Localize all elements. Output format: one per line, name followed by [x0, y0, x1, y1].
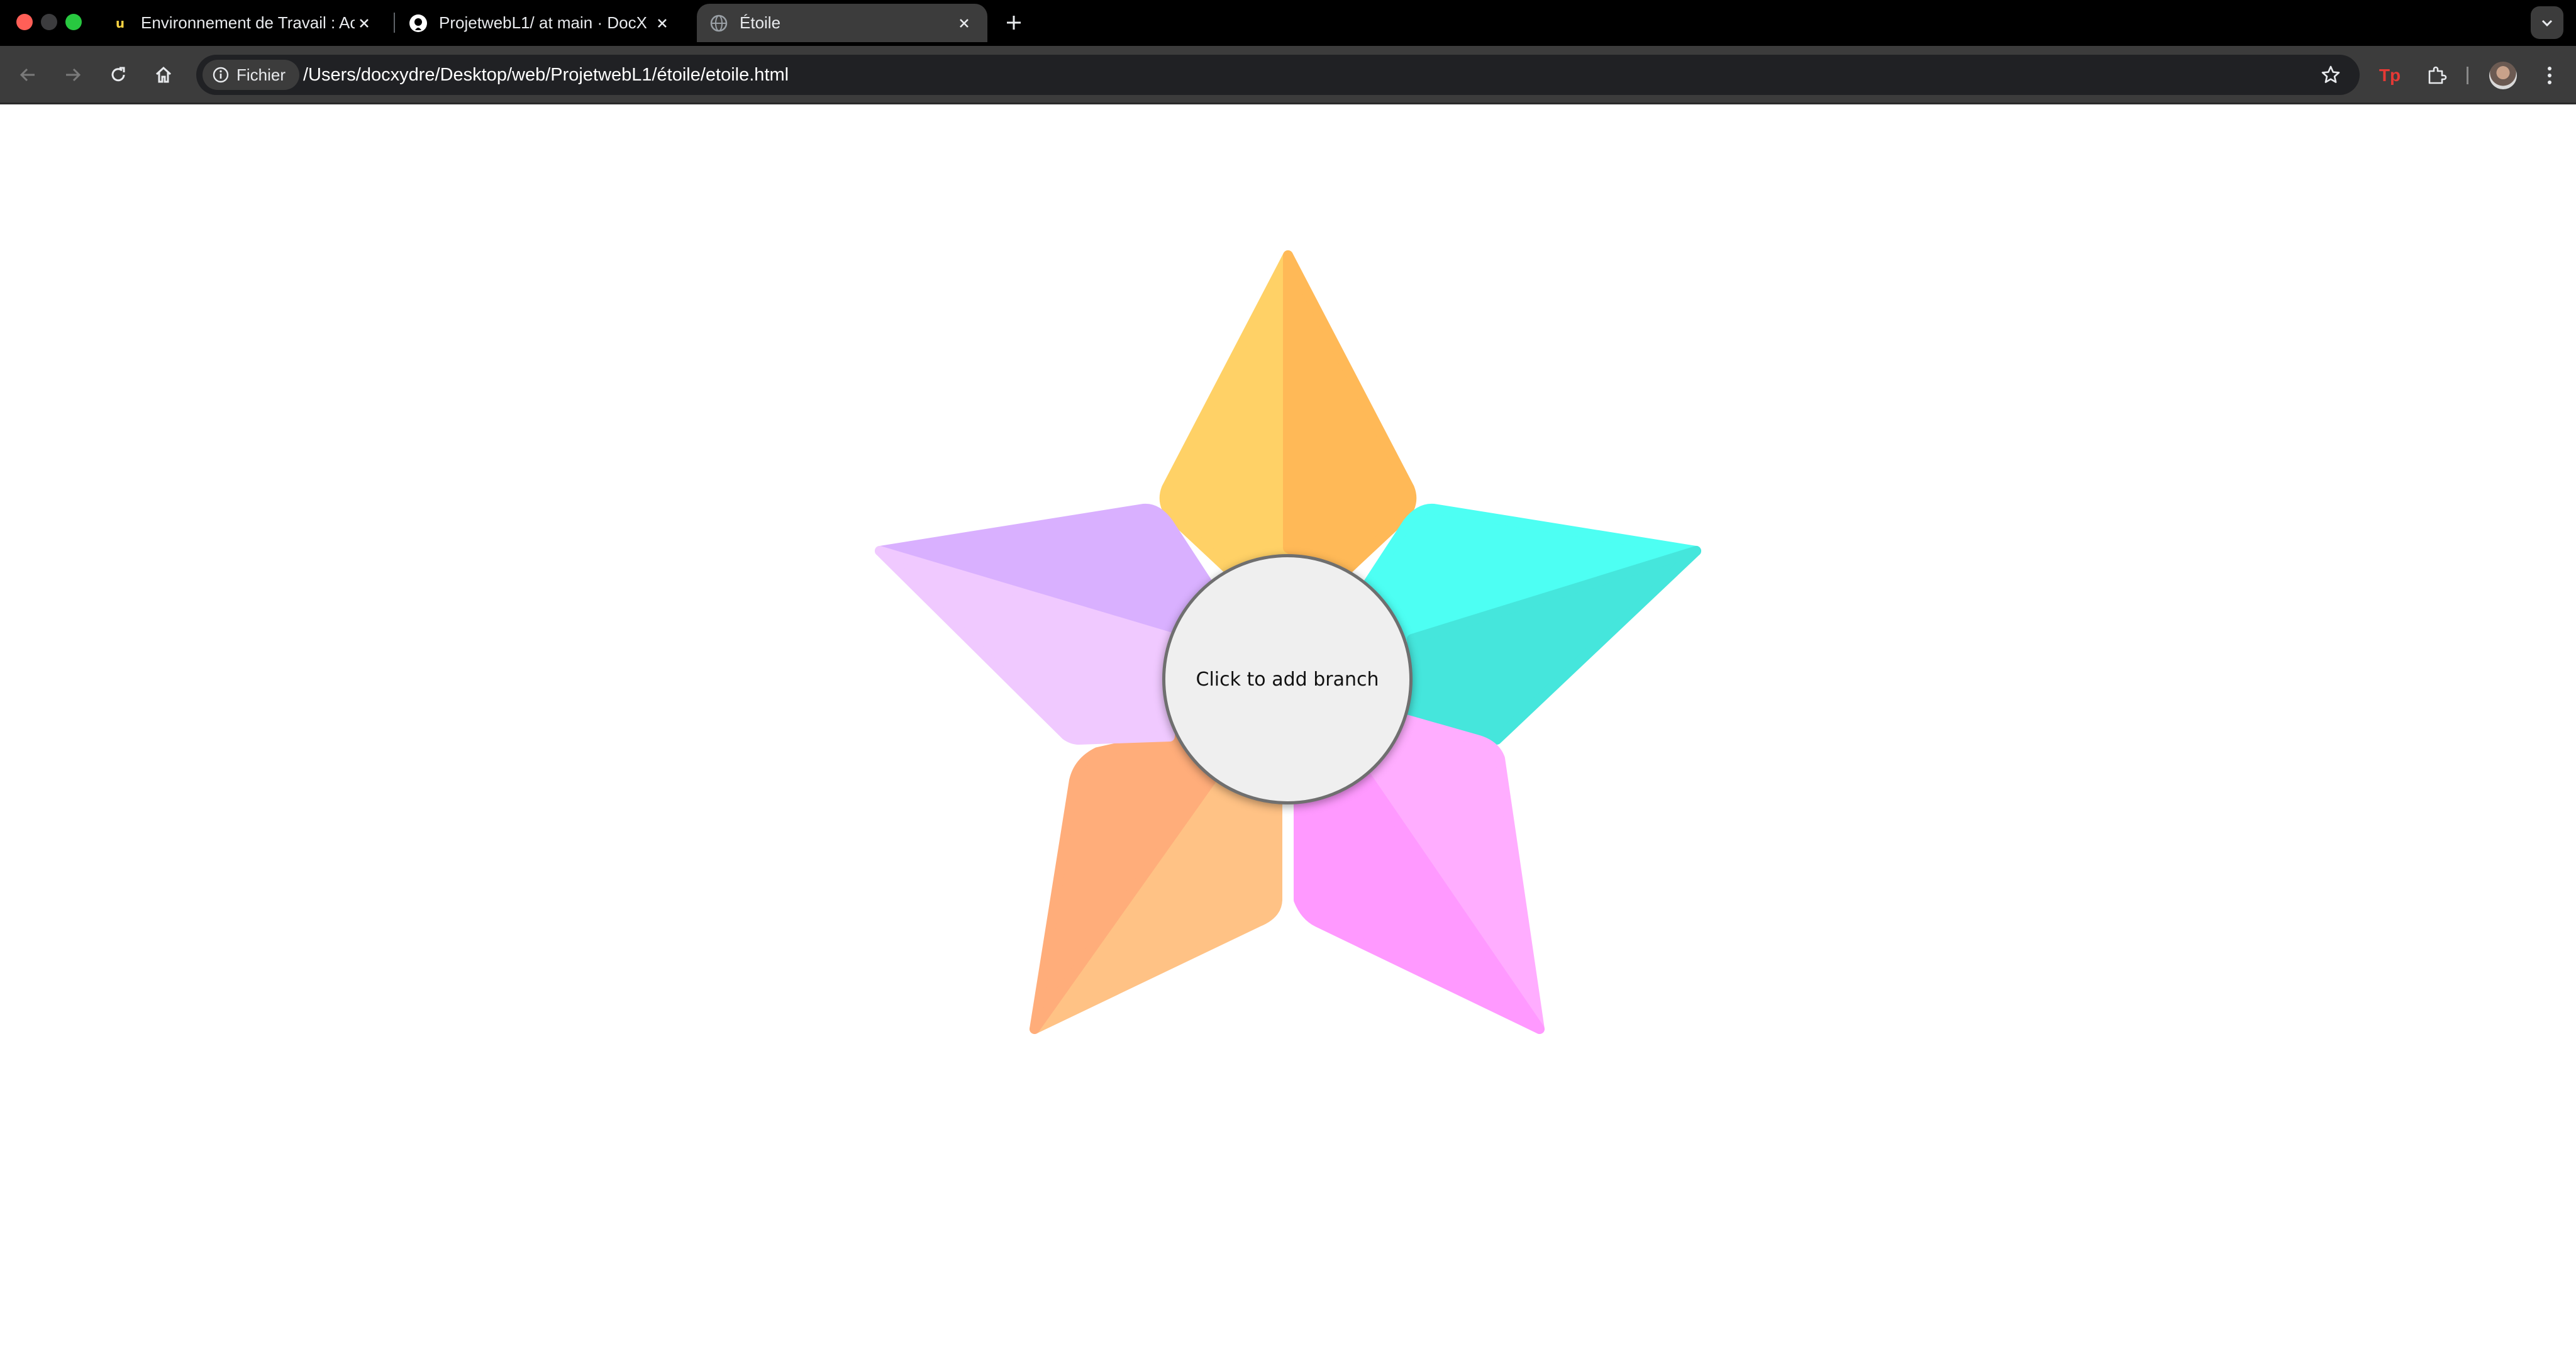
browser-toolbar: Fichier /Users/docxydre/Desktop/web/Proj… [0, 46, 2576, 104]
close-tab-icon[interactable] [355, 14, 374, 33]
close-tab-icon[interactable] [955, 14, 974, 33]
globe-icon [709, 14, 728, 33]
back-button[interactable] [13, 60, 43, 90]
plus-icon [1007, 16, 1021, 30]
menu-button[interactable] [2534, 60, 2565, 91]
extensions-button[interactable] [2421, 60, 2451, 91]
reload-icon [111, 67, 125, 82]
bookmark-button[interactable] [2317, 61, 2345, 89]
star-outline-icon [2321, 65, 2340, 83]
u-logo-icon: u [111, 14, 130, 33]
url-text[interactable]: /Users/docxydre/Desktop/web/ProjetwebL1/… [303, 65, 789, 86]
tab-separator [394, 13, 395, 33]
star-branch-right[interactable] [1360, 503, 1701, 745]
tab-etoile[interactable]: Étoile [697, 4, 987, 42]
tab-github[interactable]: ProjetwebL1/ at main · DocXy [396, 4, 686, 42]
window-close-button[interactable] [16, 14, 33, 30]
puzzle-icon [2428, 66, 2447, 84]
chevron-down-icon [2541, 19, 2553, 27]
tab-title: ProjetwebL1/ at main · DocXy [439, 13, 647, 32]
kebab-menu-icon [2548, 67, 2551, 84]
window-minimize-button[interactable] [41, 14, 57, 30]
site-info-chip[interactable]: Fichier [203, 60, 300, 90]
add-branch-label: Click to add branch [1196, 668, 1379, 691]
forward-button[interactable] [58, 60, 88, 90]
tp-extension-label: Tp [2379, 65, 2401, 85]
close-tab-icon[interactable] [653, 14, 672, 33]
home-button[interactable] [148, 60, 179, 90]
address-bar[interactable]: Fichier /Users/docxydre/Desktop/web/Proj… [196, 55, 2360, 95]
tab-title: Environnement de Travail : Ac [141, 13, 355, 32]
svg-text:u: u [116, 16, 125, 31]
site-chip-label: Fichier [236, 65, 286, 84]
github-icon [409, 14, 428, 33]
add-branch-button[interactable]: Click to add branch [1162, 554, 1413, 804]
info-icon [213, 67, 229, 83]
new-tab-button[interactable] [1000, 9, 1028, 36]
star-branch-left[interactable] [875, 503, 1216, 745]
page-content: Click to add branch [0, 104, 2576, 1351]
window-maximize-button[interactable] [65, 14, 82, 30]
star-branch-top[interactable] [1159, 250, 1417, 586]
home-icon [155, 66, 172, 83]
tab-strip: u Environnement de Travail : Ac Projetwe… [0, 0, 2576, 46]
tp-extension-icon[interactable]: Tp [2375, 60, 2405, 91]
arrow-right-icon [66, 68, 81, 82]
profile-avatar[interactable] [2489, 62, 2517, 89]
reload-button[interactable] [103, 60, 133, 90]
tab-title: Étoile [740, 13, 781, 32]
tab-search-button[interactable] [2531, 6, 2563, 39]
tab-environnement[interactable]: u Environnement de Travail : Ac [98, 4, 387, 42]
toolbar-divider [2467, 67, 2468, 84]
arrow-left-icon [19, 68, 35, 82]
